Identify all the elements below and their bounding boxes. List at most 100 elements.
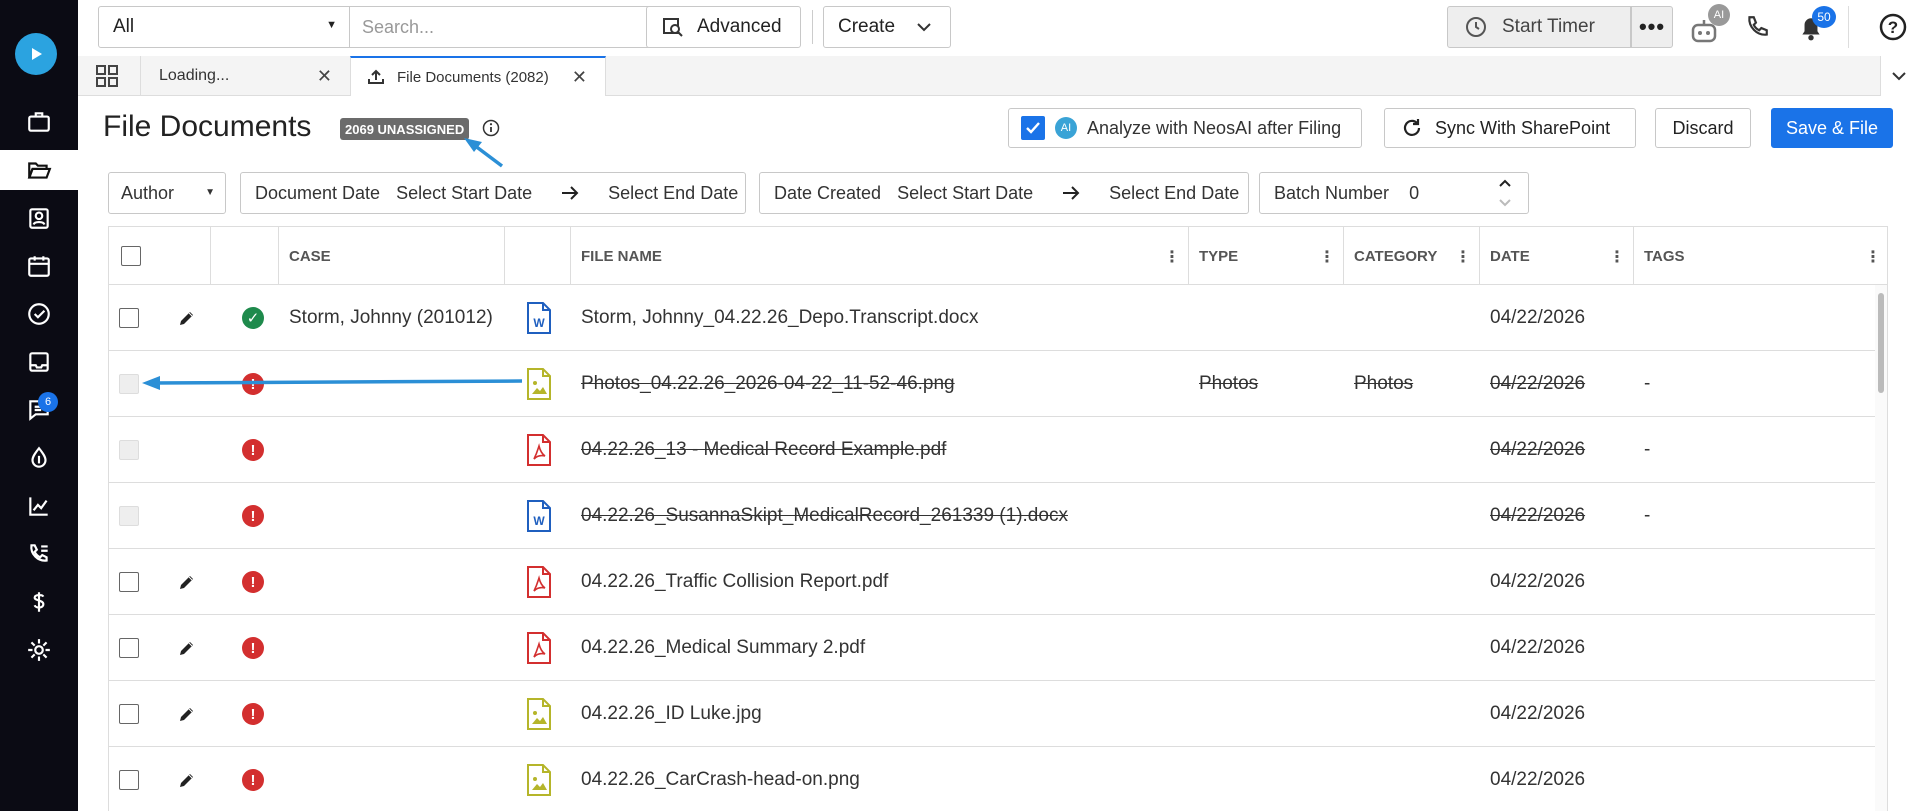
pencil-icon[interactable] [177, 638, 197, 658]
batch-number-stepper[interactable] [1496, 175, 1520, 211]
file-name-cell[interactable]: 04.22.26_ID Luke.jpg [581, 681, 1181, 747]
phone-list-icon[interactable] [0, 534, 78, 574]
save-and-file-button[interactable]: Save & File [1771, 108, 1893, 148]
contacts-icon[interactable] [0, 198, 78, 238]
notifications-button[interactable]: 50 [1798, 6, 1836, 47]
category-cell[interactable] [1354, 549, 1474, 615]
close-icon[interactable]: ✕ [317, 66, 332, 87]
file-name-cell[interactable]: 04.22.26_Traffic Collision Report.pdf [581, 549, 1181, 615]
start-timer-button[interactable]: Start Timer [1447, 6, 1631, 48]
scrollbar-thumb[interactable] [1878, 293, 1884, 393]
tags-cell[interactable]: - [1644, 351, 1844, 417]
category-cell[interactable] [1354, 681, 1474, 747]
pencil-icon[interactable] [177, 704, 197, 724]
row-checkbox[interactable] [119, 770, 139, 790]
created-end-date[interactable]: Select End Date [1109, 183, 1239, 204]
category-cell[interactable] [1354, 615, 1474, 681]
header-category[interactable]: CATEGORY ⋮ [1344, 227, 1480, 285]
table-row[interactable]: ! 04.22.26_CarCrash-head-on.png 04/22/20… [109, 747, 1877, 811]
tab-loading[interactable]: Loading... ✕ [140, 56, 350, 96]
play-logo[interactable] [15, 33, 57, 75]
type-cell[interactable] [1199, 681, 1339, 747]
timer-more-button[interactable]: ••• [1631, 6, 1673, 48]
header-case[interactable]: CASE [279, 227, 505, 285]
table-row[interactable]: ✓ Storm, Johnny (201012) W Storm, Johnny… [109, 285, 1877, 351]
close-icon[interactable]: ✕ [572, 67, 587, 88]
date-cell[interactable]: 04/22/2026 [1490, 615, 1630, 681]
row-checkbox[interactable] [119, 704, 139, 724]
column-menu-icon[interactable]: ⋮ [1319, 247, 1335, 267]
tags-cell[interactable] [1644, 681, 1844, 747]
file-name-cell[interactable]: 04.22.26_SusannaSkipt_MedicalRecord_2613… [581, 483, 1181, 549]
type-cell[interactable] [1199, 417, 1339, 483]
pencil-icon[interactable] [177, 572, 197, 592]
column-menu-icon[interactable]: ⋮ [1455, 247, 1471, 267]
tags-cell[interactable] [1644, 285, 1844, 351]
file-name-cell[interactable]: 04.22.26_CarCrash-head-on.png [581, 747, 1181, 811]
batch-number-input[interactable]: 0 [1409, 183, 1419, 204]
type-cell[interactable] [1199, 483, 1339, 549]
tabs-overflow-button[interactable] [1880, 56, 1916, 96]
header-date[interactable]: DATE ⋮ [1480, 227, 1634, 285]
tags-cell[interactable]: - [1644, 483, 1844, 549]
type-cell[interactable] [1199, 549, 1339, 615]
table-row[interactable]: ! Photos_04.22.26_2026-04-22_11-52-46.pn… [109, 351, 1877, 417]
row-checkbox[interactable] [119, 638, 139, 658]
grid-scrollbar[interactable] [1875, 285, 1887, 811]
tags-cell[interactable] [1644, 549, 1844, 615]
date-cell[interactable]: 04/22/2026 [1490, 681, 1630, 747]
select-all-checkbox[interactable] [121, 246, 141, 266]
header-file-name[interactable]: FILE NAME ⋮ [571, 227, 1189, 285]
sync-sharepoint-button[interactable]: Sync With SharePoint [1384, 108, 1636, 148]
category-cell[interactable] [1354, 747, 1474, 811]
date-cell[interactable]: 04/22/2026 [1490, 417, 1630, 483]
file-name-cell[interactable]: Storm, Johnny_04.22.26_Depo.Transcript.d… [581, 285, 1181, 351]
date-cell[interactable]: 04/22/2026 [1490, 351, 1630, 417]
author-filter[interactable]: Author ▼ [108, 172, 226, 214]
file-name-cell[interactable]: 04.22.26_Medical Summary 2.pdf [581, 615, 1181, 681]
inbox-icon[interactable] [0, 342, 78, 382]
chart-icon[interactable] [0, 486, 78, 526]
info-icon[interactable] [482, 119, 500, 137]
category-cell[interactable] [1354, 483, 1474, 549]
table-row[interactable]: ! 04.22.26_Traffic Collision Report.pdf … [109, 549, 1877, 615]
check-circle-icon[interactable] [0, 294, 78, 334]
type-cell[interactable] [1199, 615, 1339, 681]
advanced-search-button[interactable]: Advanced [646, 6, 801, 48]
table-row[interactable]: ! 04.22.26_13 - Medical Record Example.p… [109, 417, 1877, 483]
apps-grid-button[interactable] [96, 65, 118, 92]
analyze-checkbox[interactable] [1021, 116, 1045, 140]
document-start-date[interactable]: Select Start Date [396, 183, 532, 204]
header-type[interactable]: TYPE ⋮ [1189, 227, 1344, 285]
drop-icon[interactable] [0, 438, 78, 478]
table-row[interactable]: ! W 04.22.26_SusannaSkipt_MedicalRecord_… [109, 483, 1877, 549]
type-cell[interactable] [1199, 747, 1339, 811]
category-cell[interactable] [1354, 285, 1474, 351]
ai-assistant-button[interactable]: AI [1686, 4, 1730, 46]
dollar-icon[interactable] [0, 582, 78, 622]
header-tags[interactable]: TAGS ⋮ [1634, 227, 1887, 285]
column-menu-icon[interactable]: ⋮ [1865, 247, 1881, 267]
discard-button[interactable]: Discard [1655, 108, 1751, 148]
search-input[interactable]: Search... [350, 6, 654, 48]
help-button[interactable]: ? [1878, 12, 1908, 47]
tab-file-documents[interactable]: File Documents (2082) ✕ [350, 56, 606, 96]
date-cell[interactable]: 04/22/2026 [1490, 483, 1630, 549]
pencil-icon[interactable] [177, 308, 197, 328]
tags-cell[interactable] [1644, 747, 1844, 811]
phone-button[interactable] [1744, 14, 1770, 45]
create-button[interactable]: Create [823, 6, 951, 48]
tags-cell[interactable]: - [1644, 417, 1844, 483]
table-row[interactable]: ! 04.22.26_Medical Summary 2.pdf 04/22/2… [109, 615, 1877, 681]
type-cell[interactable]: Photos [1199, 351, 1339, 417]
date-cell[interactable]: 04/22/2026 [1490, 747, 1630, 811]
date-cell[interactable]: 04/22/2026 [1490, 285, 1630, 351]
column-menu-icon[interactable]: ⋮ [1164, 247, 1180, 267]
row-checkbox[interactable] [119, 308, 139, 328]
briefcase-icon[interactable] [0, 102, 78, 142]
category-cell[interactable]: Photos [1354, 351, 1474, 417]
column-menu-icon[interactable]: ⋮ [1609, 247, 1625, 267]
folder-open-icon[interactable] [0, 150, 78, 190]
category-cell[interactable] [1354, 417, 1474, 483]
gear-icon[interactable] [0, 630, 78, 670]
